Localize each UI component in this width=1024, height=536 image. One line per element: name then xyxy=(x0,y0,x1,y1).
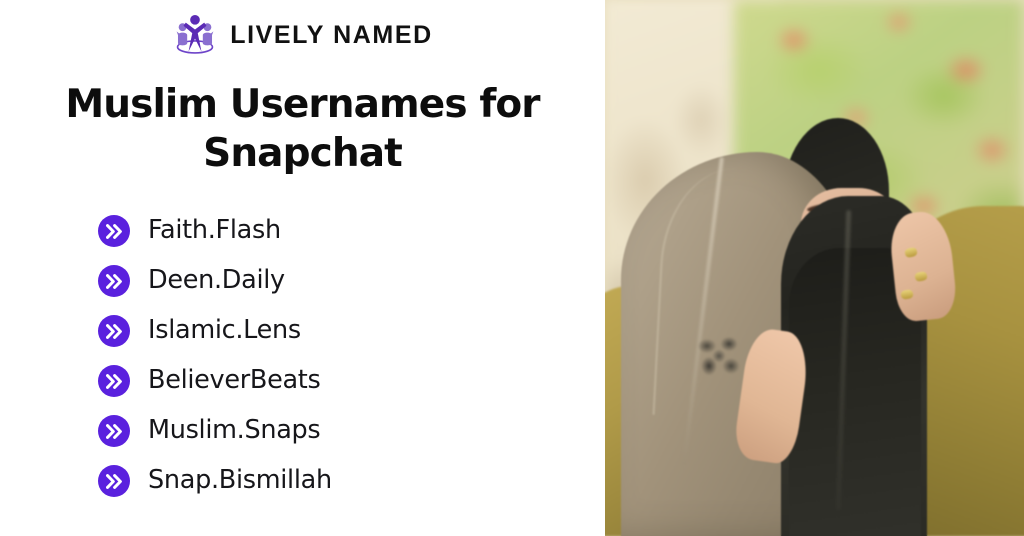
username-label: BelieverBeats xyxy=(148,365,321,396)
username-label: Faith.Flash xyxy=(148,215,281,246)
page-title-line-1: Muslim Usernames for xyxy=(65,82,540,127)
list-item: Deen.Daily xyxy=(98,256,568,306)
list-item: Faith.Flash xyxy=(98,206,568,256)
username-label: Snap.Bismillah xyxy=(148,465,332,496)
list-item: Islamic.Lens xyxy=(98,306,568,356)
list-item: Muslim.Snaps xyxy=(98,406,568,456)
content-panel: LIVELY NAMED Muslim Usernames for Snapch… xyxy=(0,0,605,536)
infographic-canvas: LIVELY NAMED Muslim Usernames for Snapch… xyxy=(0,0,1024,536)
double-chevron-right-icon xyxy=(98,415,130,447)
hero-photo xyxy=(605,0,1024,536)
list-item: Snap.Bismillah xyxy=(98,456,568,506)
brand-name: LIVELY NAMED xyxy=(230,20,433,49)
double-chevron-right-icon xyxy=(98,265,130,297)
brand-header: LIVELY NAMED xyxy=(0,12,605,58)
people-group-icon xyxy=(176,14,214,54)
username-list: Faith.Flash Deen.Daily Islamic.Lens Beli… xyxy=(98,206,568,506)
username-label: Islamic.Lens xyxy=(148,315,301,346)
list-item: BelieverBeats xyxy=(98,356,568,406)
page-title: Muslim Usernames for Snapchat xyxy=(40,80,565,178)
double-chevron-right-icon xyxy=(98,315,130,347)
double-chevron-right-icon xyxy=(98,365,130,397)
username-label: Deen.Daily xyxy=(148,265,285,296)
double-chevron-right-icon xyxy=(98,215,130,247)
photo-scene xyxy=(605,0,1024,536)
page-title-line-2: Snapchat xyxy=(203,131,403,177)
username-label: Muslim.Snaps xyxy=(148,415,321,446)
double-chevron-right-icon xyxy=(98,465,130,497)
hijab-floral-embroidery xyxy=(693,334,747,382)
